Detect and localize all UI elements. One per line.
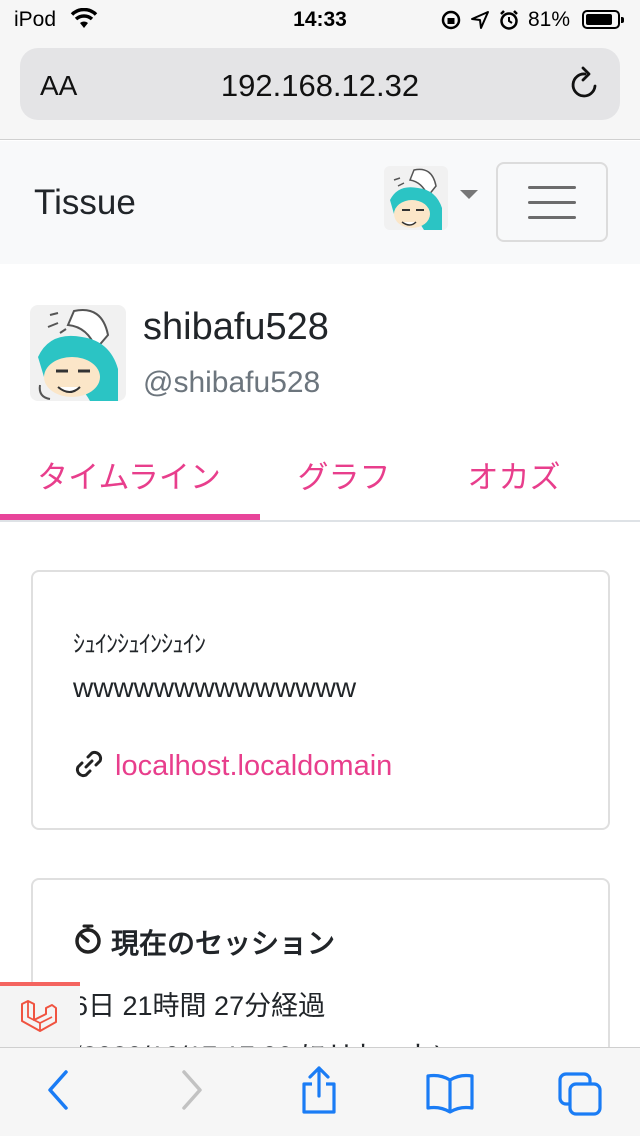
user-menu-avatar[interactable] <box>384 166 448 235</box>
address-bar[interactable]: AA 192.168.12.32 <box>20 48 620 120</box>
checkin-link-row[interactable]: localhost.localdomain <box>73 748 392 785</box>
profile-handle: @shibafu528 <box>143 366 321 399</box>
session-title: 現在のセッション <box>111 928 336 959</box>
profile-tabs: タイムライン グラフ オカズ <box>0 440 640 522</box>
browser-toolbar <box>0 1047 640 1136</box>
checkin-link[interactable]: localhost.localdomain <box>115 750 392 783</box>
laravel-icon <box>18 998 58 1043</box>
status-bar: iPod 14:33 81% <box>0 0 640 40</box>
debugbar-toggle[interactable] <box>0 982 80 1048</box>
active-tab-indicator <box>0 514 260 520</box>
tab-graph[interactable]: グラフ <box>258 452 430 497</box>
link-icon <box>73 748 105 785</box>
bookmarks-icon[interactable] <box>424 1072 476 1119</box>
checkin-tags: ｼｭｲﾝｼｭｲﾝｼｭｲﾝ <box>73 631 206 658</box>
brand-logo[interactable]: Tissue <box>34 183 136 223</box>
reload-icon[interactable] <box>568 66 602 107</box>
browser-chrome: AA 192.168.12.32 <box>0 40 640 140</box>
share-icon[interactable] <box>298 1064 340 1121</box>
tab-okazu[interactable]: オカズ <box>428 452 600 497</box>
orientation-lock-icon <box>441 10 461 30</box>
forward-icon[interactable] <box>176 1068 206 1117</box>
stopwatch-icon <box>73 923 103 962</box>
checkin-note: wwwwwwwwwwwwww <box>73 672 357 703</box>
menu-toggle-button[interactable] <box>496 162 608 242</box>
chevron-down-icon[interactable] <box>460 190 478 199</box>
profile-display-name: shibafu528 <box>143 306 329 348</box>
battery-icon <box>582 10 624 29</box>
tabs-icon[interactable] <box>556 1070 604 1123</box>
session-elapsed: 6日 21時間 27分経過 <box>73 991 326 1021</box>
location-icon <box>471 11 489 29</box>
tab-timeline[interactable]: タイムライン <box>0 452 258 497</box>
checkin-card: ｼｭｲﾝｼｭｲﾝｼｭｲﾝ wwwwwwwwwwwwww localhost.lo… <box>31 570 610 830</box>
alarm-icon <box>500 10 518 30</box>
back-icon[interactable] <box>44 1068 74 1117</box>
battery-percent: 81% <box>528 8 571 31</box>
profile-avatar <box>30 305 126 406</box>
address-text[interactable]: 192.168.12.32 <box>20 68 620 104</box>
